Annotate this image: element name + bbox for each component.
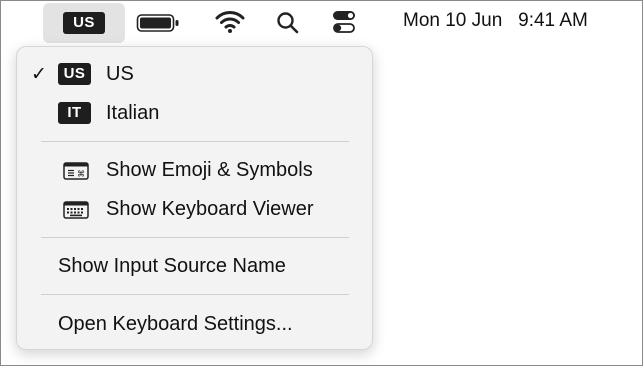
- menu-separator: [41, 294, 349, 295]
- emoji-symbols-icon: ⌘: [63, 162, 89, 186]
- menu-item-show-input-source-name[interactable]: Show Input Source Name: [17, 249, 372, 283]
- us-badge: US: [58, 63, 91, 85]
- control-center-icon[interactable]: [331, 9, 357, 40]
- keyboard-viewer-icon: [63, 201, 89, 225]
- menu-separator: [41, 141, 349, 142]
- menu-item-show-input-source-name-label: Show Input Source Name: [58, 255, 286, 277]
- input-source-badge: US: [63, 12, 105, 34]
- it-badge: IT: [58, 102, 91, 124]
- menu-item-italian-label: Italian: [106, 102, 160, 124]
- menu-separator: [41, 237, 349, 238]
- wifi-icon[interactable]: [215, 10, 245, 39]
- menu-item-show-keyboard-viewer[interactable]: Show Keyboard Viewer: [17, 192, 372, 226]
- input-source-dropdown-menu: ✓ US US IT Italian ⌘ Show Emoji & Symbol…: [16, 46, 373, 350]
- menu-item-show-emoji-symbols[interactable]: ⌘ Show Emoji & Symbols: [17, 153, 372, 187]
- menu-item-us-label: US: [106, 63, 134, 85]
- menu-item-italian[interactable]: IT Italian: [17, 96, 372, 130]
- menu-item-open-keyboard-settings[interactable]: Open Keyboard Settings...: [17, 307, 372, 341]
- menu-item-us[interactable]: ✓ US US: [17, 57, 372, 91]
- svg-text:⌘: ⌘: [77, 170, 85, 179]
- menu-item-show-emoji-symbols-label: Show Emoji & Symbols: [106, 159, 313, 181]
- search-icon[interactable]: [275, 10, 301, 41]
- screenshot-frame: US Mon 10 Jun 9:41 AM ✓ US US IT Italian…: [0, 0, 643, 366]
- menu-item-show-keyboard-viewer-label: Show Keyboard Viewer: [106, 198, 314, 220]
- input-source-menu-button[interactable]: US: [43, 3, 125, 43]
- checkmark-icon: ✓: [31, 64, 47, 85]
- menu-bar-clock[interactable]: Mon 10 Jun 9:41 AM: [403, 10, 588, 32]
- menu-item-open-keyboard-settings-label: Open Keyboard Settings...: [58, 313, 293, 335]
- battery-icon[interactable]: [136, 13, 180, 38]
- menu-bar: US Mon 10 Jun 9:41 AM: [1, 1, 642, 43]
